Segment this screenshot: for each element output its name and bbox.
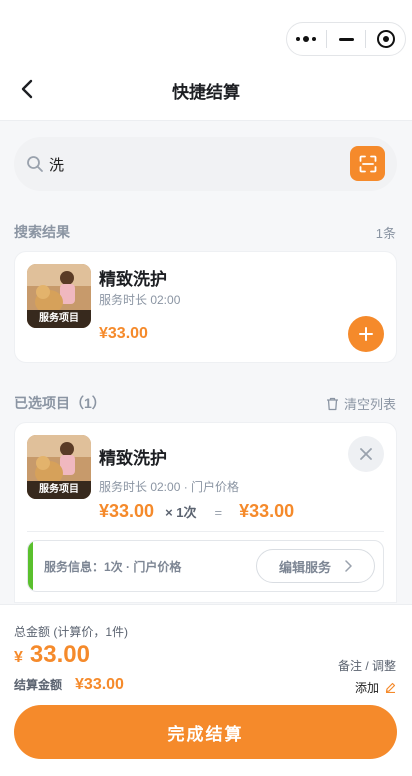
scan-button[interactable] <box>350 146 385 181</box>
close-icon <box>360 448 372 460</box>
equals-sign: = <box>214 505 223 520</box>
service-info-text: 服务信息：1次 · 门户价格 <box>44 560 182 574</box>
target-icon <box>376 30 395 48</box>
settlement-amount: 结算金额 ¥33.00 <box>14 676 124 694</box>
search-icon <box>27 156 43 172</box>
total-amount: ¥ 33.00 <box>14 641 90 669</box>
more-button[interactable] <box>287 23 326 55</box>
price-calculation: ¥33.00 × 1次 = ¥33.00 <box>99 501 294 522</box>
results-count: 1条 <box>375 226 396 241</box>
minimize-button[interactable] <box>327 23 366 55</box>
quantity: × 1次 <box>165 505 197 520</box>
thumbnail-tag: 服务项目 <box>27 310 91 328</box>
add-note-button[interactable]: 添加 <box>355 679 396 696</box>
trash-icon <box>326 397 338 410</box>
unit-price: ¥33.00 <box>99 501 155 521</box>
edit-service-button[interactable]: 编辑服务 <box>256 549 375 583</box>
selected-service-meta: 服务时长 02:00 · 门户价格 <box>99 480 240 494</box>
service-info-box: 服务信息：1次 · 门户价格 编辑服务 <box>27 540 384 592</box>
more-dots-icon <box>296 36 317 42</box>
service-thumbnail: 服务项目 <box>27 264 91 328</box>
edit-service-label: 编辑服务 <box>278 559 331 575</box>
search-bar <box>14 137 397 191</box>
currency-symbol: ¥ <box>14 649 23 666</box>
minimize-icon <box>338 37 354 41</box>
note-adjust-label: 备注 / 调整 <box>337 659 396 673</box>
add-button[interactable] <box>348 316 384 352</box>
remove-item-button[interactable] <box>348 436 384 472</box>
close-app-button[interactable] <box>366 23 405 55</box>
selected-item-card: 服务项目 精致洗护 服务时长 02:00 · 门户价格 ¥33.00 × 1次 … <box>14 422 397 603</box>
settlement-label: 结算金额 <box>14 678 63 692</box>
service-thumbnail: 服务项目 <box>27 435 91 499</box>
selected-service-name: 精致洗护 <box>99 449 167 468</box>
add-note-label: 添加 <box>354 681 379 695</box>
pencil-icon <box>385 682 396 693</box>
complete-checkout-button[interactable]: 完成结算 <box>14 705 397 759</box>
selected-title: 已选项目（1） <box>14 395 106 411</box>
service-name: 精致洗护 <box>99 270 167 289</box>
chevron-right-icon <box>345 560 352 572</box>
results-title: 搜索结果 <box>14 224 70 240</box>
service-duration: 服务时长 02:00 <box>99 293 181 307</box>
top-bar: 快捷结算 <box>0 0 412 121</box>
clear-list-label: 清空列表 <box>343 397 396 412</box>
total-value: 33.00 <box>29 641 90 668</box>
settlement-value: ¥33.00 <box>75 676 124 693</box>
thumbnail-tag: 服务项目 <box>27 481 91 499</box>
scan-icon <box>359 155 376 172</box>
checkout-footer: 总金额 (计算价，1件) ¥ 33.00 结算金额 ¥33.00 备注 / 调整… <box>0 604 412 776</box>
info-accent-bar <box>28 541 33 591</box>
subtotal: ¥33.00 <box>239 501 295 521</box>
search-input[interactable] <box>49 155 319 173</box>
mini-program-capsule <box>286 22 406 56</box>
page-title: 快捷结算 <box>172 83 240 102</box>
result-card[interactable]: 服务项目 精致洗护 服务时长 02:00 ¥33.00 <box>14 251 397 363</box>
divider <box>27 531 384 532</box>
service-price: ¥33.00 <box>99 325 148 342</box>
clear-list-button[interactable]: 清空列表 <box>326 394 396 413</box>
total-label: 总金额 (计算价，1件) <box>14 625 129 639</box>
plus-icon <box>359 327 373 341</box>
